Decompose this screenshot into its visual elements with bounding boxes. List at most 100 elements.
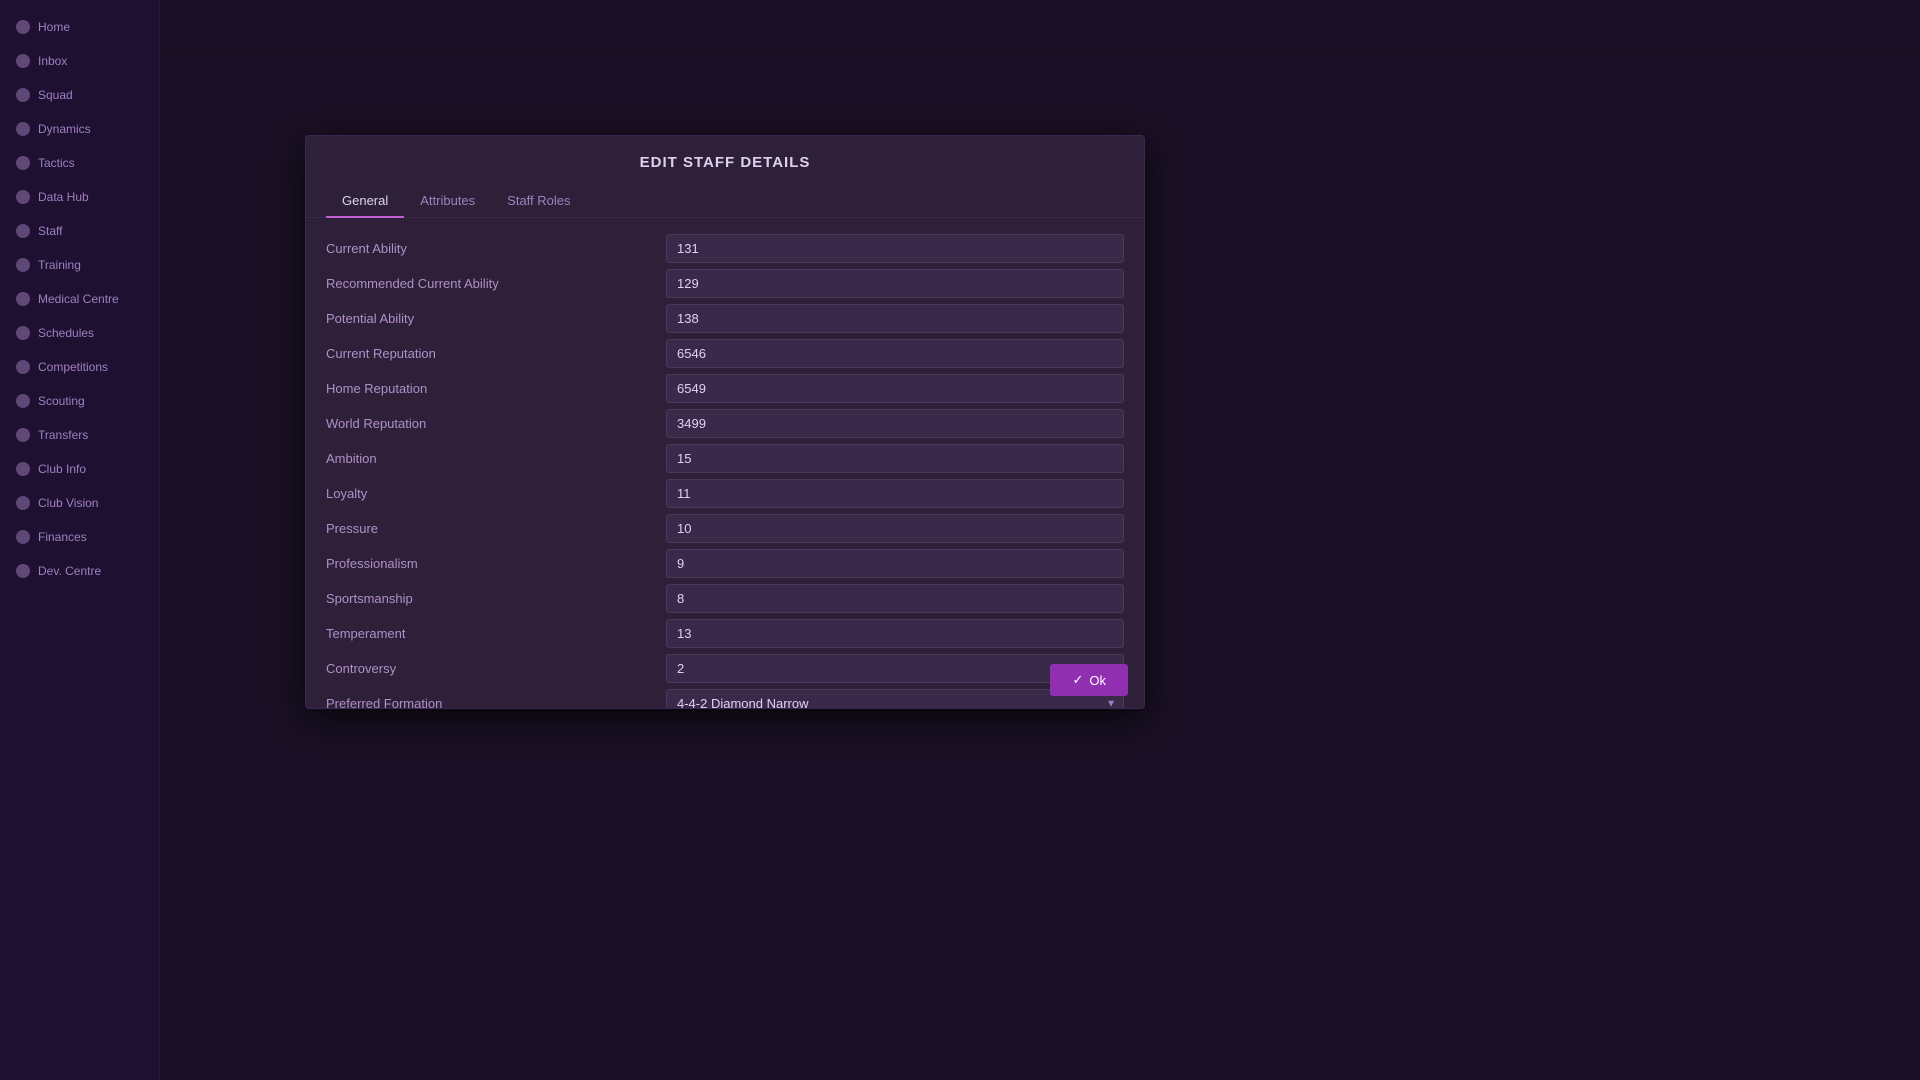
input-sportsmanship[interactable] [666,584,1124,613]
input-current-ability[interactable] [666,234,1124,263]
field-controversy: Controversy [326,654,1124,683]
sidebar-label-tactics: Tactics [38,156,75,170]
input-ambition[interactable] [666,444,1124,473]
tactics-icon [16,156,30,170]
field-temperament: Temperament [326,619,1124,648]
sidebar-item-finances[interactable]: Finances [0,520,159,554]
sidebar-item-competitions[interactable]: Competitions [0,350,159,384]
label-current-reputation: Current Reputation [326,346,666,361]
label-controversy: Controversy [326,661,666,676]
sidebar-item-training[interactable]: Training [0,248,159,282]
label-sportsmanship: Sportsmanship [326,591,666,606]
sidebar-label-clubinfo: Club Info [38,462,86,476]
field-loyalty: Loyalty [326,479,1124,508]
input-potential-ability[interactable] [666,304,1124,333]
squad-icon [16,88,30,102]
staff-icon [16,224,30,238]
sidebar-label-home: Home [38,20,70,34]
clubvision-icon [16,496,30,510]
field-potential-ability: Potential Ability [326,304,1124,333]
devcentre-icon [16,564,30,578]
modal-body: Current Ability Recommended Current Abil… [306,218,1144,708]
input-pressure[interactable] [666,514,1124,543]
sidebar-item-datahub[interactable]: Data Hub [0,180,159,214]
sidebar-item-tactics[interactable]: Tactics [0,146,159,180]
tab-staff-roles[interactable]: Staff Roles [491,185,586,218]
sidebar-label-medical: Medical Centre [38,292,119,306]
label-world-reputation: World Reputation [326,416,666,431]
sidebar-item-medical[interactable]: Medical Centre [0,282,159,316]
sidebar-item-staff[interactable]: Staff [0,214,159,248]
transfers-icon [16,428,30,442]
sidebar-label-devcentre: Dev. Centre [38,564,101,578]
sidebar-item-squad[interactable]: Squad [0,78,159,112]
field-current-ability: Current Ability [326,234,1124,263]
sidebar-item-schedules[interactable]: Schedules [0,316,159,350]
medical-icon [16,292,30,306]
competitions-icon [16,360,30,374]
ok-button[interactable]: ✓ Ok [1050,664,1128,696]
field-current-reputation: Current Reputation [326,339,1124,368]
field-ambition: Ambition [326,444,1124,473]
checkmark-icon: ✓ [1072,672,1083,688]
sidebar-label-training: Training [38,258,81,272]
sidebar-item-inbox[interactable]: Inbox [0,44,159,78]
home-icon [16,20,30,34]
field-recommended-current-ability: Recommended Current Ability [326,269,1124,298]
input-loyalty[interactable] [666,479,1124,508]
label-preferred-formation: Preferred Formation [326,696,666,708]
label-current-ability: Current Ability [326,241,666,256]
inbox-icon [16,54,30,68]
modal-footer: ✓ Ok [1050,664,1128,696]
label-pressure: Pressure [326,521,666,536]
sidebar-label-schedules: Schedules [38,326,94,340]
label-recommended-current-ability: Recommended Current Ability [326,276,666,291]
label-potential-ability: Potential Ability [326,311,666,326]
sidebar-label-finances: Finances [38,530,87,544]
field-preferred-formation: Preferred Formation 4-4-2 Diamond Narrow… [326,689,1124,708]
schedules-icon [16,326,30,340]
sidebar-label-transfers: Transfers [38,428,88,442]
tab-general[interactable]: General [326,185,404,218]
label-loyalty: Loyalty [326,486,666,501]
clubinfo-icon [16,462,30,476]
label-home-reputation: Home Reputation [326,381,666,396]
sidebar-label-competitions: Competitions [38,360,108,374]
finances-icon [16,530,30,544]
sidebar-item-clubinfo[interactable]: Club Info [0,452,159,486]
input-temperament[interactable] [666,619,1124,648]
input-home-reputation[interactable] [666,374,1124,403]
sidebar-label-datahub: Data Hub [38,190,89,204]
sidebar-label-squad: Squad [38,88,73,102]
input-current-reputation[interactable] [666,339,1124,368]
datahub-icon [16,190,30,204]
sidebar-label-dynamics: Dynamics [38,122,91,136]
training-icon [16,258,30,272]
edit-staff-modal: EDIT STAFF DETAILS General Attributes St… [305,135,1145,709]
tab-attributes[interactable]: Attributes [404,185,491,218]
sidebar-label-clubvision: Club Vision [38,496,98,510]
input-recommended-current-ability[interactable] [666,269,1124,298]
field-world-reputation: World Reputation [326,409,1124,438]
modal-title: EDIT STAFF DETAILS [306,136,1144,185]
sidebar-item-clubvision[interactable]: Club Vision [0,486,159,520]
sidebar-label-inbox: Inbox [38,54,67,68]
sidebar-label-scouting: Scouting [38,394,85,408]
field-pressure: Pressure [326,514,1124,543]
field-sportsmanship: Sportsmanship [326,584,1124,613]
scouting-icon [16,394,30,408]
label-professionalism: Professionalism [326,556,666,571]
field-home-reputation: Home Reputation [326,374,1124,403]
label-ambition: Ambition [326,451,666,466]
input-world-reputation[interactable] [666,409,1124,438]
input-professionalism[interactable] [666,549,1124,578]
sidebar-item-scouting[interactable]: Scouting [0,384,159,418]
label-temperament: Temperament [326,626,666,641]
sidebar-item-transfers[interactable]: Transfers [0,418,159,452]
modal-tabs: General Attributes Staff Roles [306,185,1144,218]
sidebar-item-devcentre[interactable]: Dev. Centre [0,554,159,588]
sidebar-label-staff: Staff [38,224,62,238]
sidebar-item-dynamics[interactable]: Dynamics [0,112,159,146]
sidebar-item-home[interactable]: Home [0,10,159,44]
ok-label: Ok [1089,673,1106,688]
